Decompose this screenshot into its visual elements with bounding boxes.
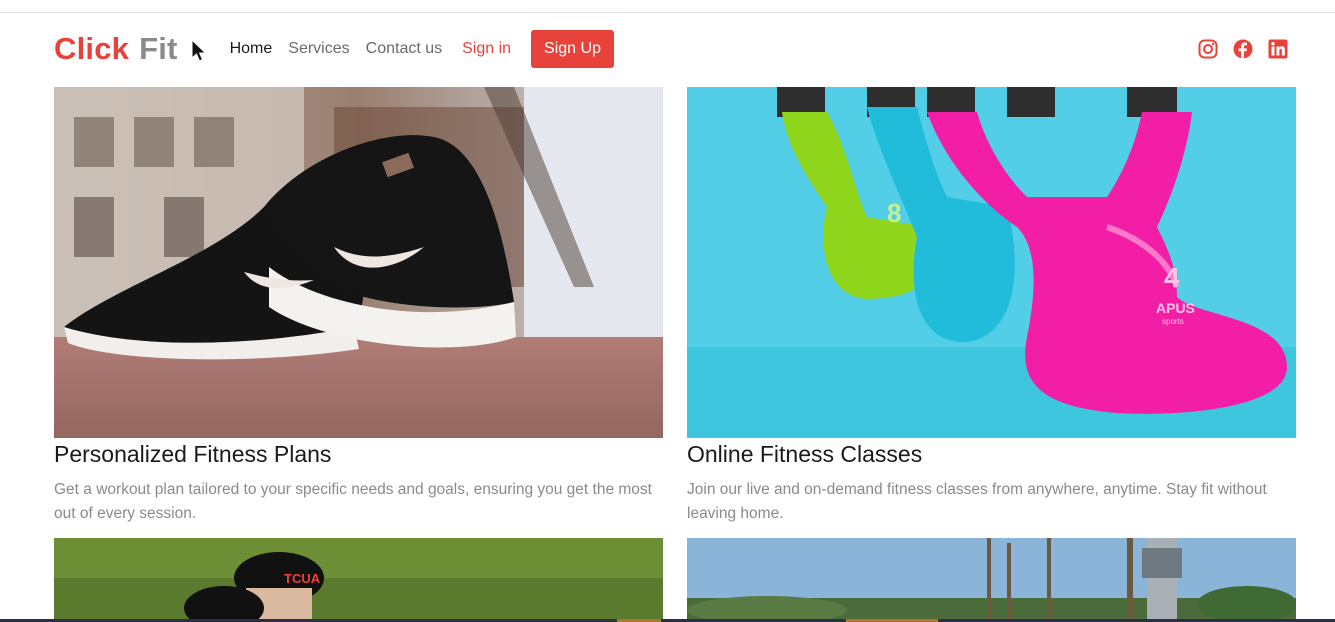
nav-services-link[interactable]: Services: [288, 40, 349, 58]
svg-text:8: 8: [887, 198, 901, 228]
sign-in-link[interactable]: Sign in: [462, 40, 511, 58]
linkedin-icon[interactable]: [1268, 39, 1288, 59]
sneakers-illustration: [54, 87, 663, 438]
park-illustration: [687, 538, 1296, 622]
service-card-fourth: [687, 538, 1296, 622]
card-description: Get a workout plan tailored to your spec…: [54, 481, 652, 522]
brand-word-click: Click: [54, 31, 130, 66]
players-illustration: TCUA: [54, 538, 663, 622]
social-links: [1198, 39, 1288, 59]
sneakers-image: [54, 87, 663, 438]
nav-home-link[interactable]: Home: [230, 40, 273, 58]
instagram-icon[interactable]: [1198, 39, 1218, 59]
card-title: Personalized Fitness Plans: [54, 441, 332, 467]
svg-text:APUS: APUS: [1156, 300, 1195, 316]
service-card-online-classes: 8 4 APUS sports Online Fitness Classes J…: [687, 87, 1296, 526]
service-card-personalized-plans: Personalized Fitness Plans Get a workout…: [54, 87, 663, 526]
nav-contact-link[interactable]: Contact us: [366, 40, 442, 58]
main-nav: Home Services Contact us Sign in Sign Up: [230, 30, 614, 68]
service-card-third: TCUA: [54, 538, 663, 622]
brand-logo[interactable]: Click Fit: [54, 31, 210, 67]
card-title: Online Fitness Classes: [687, 441, 923, 467]
sign-up-button[interactable]: Sign Up: [531, 30, 614, 68]
svg-text:TCUA: TCUA: [284, 571, 321, 586]
kettlebells-illustration: 8 4 APUS sports: [687, 87, 1296, 438]
svg-text:4: 4: [1164, 262, 1180, 293]
players-image: TCUA: [54, 538, 663, 622]
kettlebells-image: 8 4 APUS sports: [687, 87, 1296, 438]
navbar: Click Fit Home Services Contact us Sign …: [54, 28, 1294, 70]
park-image: [687, 538, 1296, 622]
card-description: Join our live and on-demand fitness clas…: [687, 481, 1267, 522]
svg-text:sports: sports: [1162, 317, 1184, 326]
facebook-icon[interactable]: [1233, 39, 1253, 59]
top-divider: [0, 12, 1335, 13]
cursor-icon: [191, 39, 207, 62]
brand-word-fit: Fit: [139, 31, 178, 66]
